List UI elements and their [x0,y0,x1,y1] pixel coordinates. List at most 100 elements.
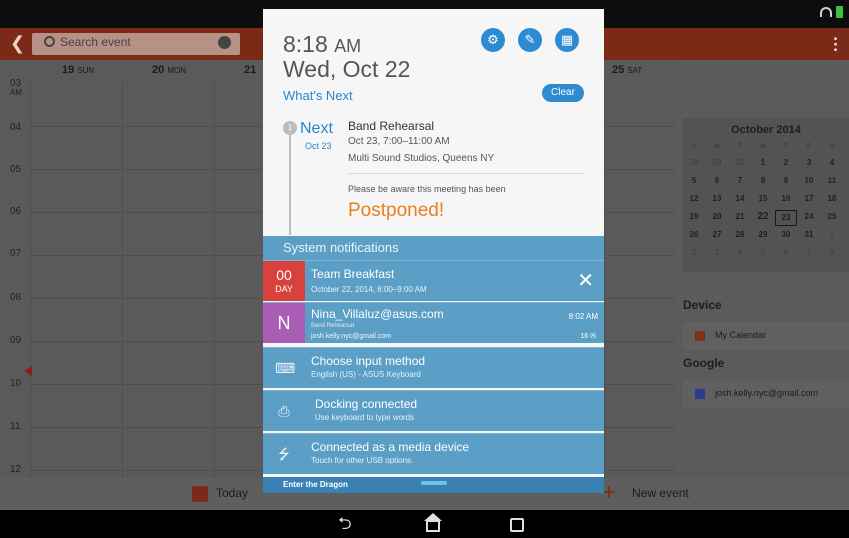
hour-label: 04 [10,122,22,133]
divider [348,173,584,174]
notification-team-breakfast[interactable]: 00 DAY Team Breakfast October 22, 2014, … [263,260,604,301]
mini-calendar-day[interactable]: 18 [821,192,843,206]
back-icon[interactable]: ⮌ [338,514,352,534]
mini-calendar-day[interactable]: 2 [775,156,797,170]
mini-calendar-day[interactable]: 26 [683,228,705,242]
mini-calendar[interactable]: October 2014 S M T W T F S 28 29 30 1 2 3 4 5 6 7 8 9 10 11 1… [683,118,849,272]
mini-calendar-day[interactable]: 5 [683,174,705,188]
mini-calendar-day[interactable]: 24 [798,210,820,224]
event-status: Postponed! [348,200,445,221]
hour-label: 05 [10,164,22,175]
notification-email[interactable]: N Nina_Villaluz@asus.com Band Rehearsal … [263,302,604,343]
system-notifications-header: System notifications [263,236,604,260]
home-icon[interactable] [424,513,442,532]
mini-calendar-day[interactable]: 1 [752,156,774,170]
whats-next-title: What's Next [283,88,353,103]
account-row-device[interactable]: My Calendar [683,322,849,350]
day-header-tue[interactable]: 21 [244,64,256,76]
mini-calendar-day[interactable]: 6 [775,246,797,260]
notification-shade: 8:18 AM Wed, Oct 22 ⚙ ✎ ▦ What's Next Cl… [263,9,604,493]
mini-calendar-day[interactable]: 12 [683,192,705,206]
account-label: josh.kelly.nyc@gmail.com [715,388,818,398]
avatar: N [263,303,305,343]
mini-calendar-day[interactable]: 29 [752,228,774,242]
notification-title: Team Breakfast [311,267,395,281]
account-row-google[interactable]: josh.kelly.nyc@gmail.com [683,380,849,408]
day-header-sat[interactable]: 25 SAT [612,64,642,76]
event-title[interactable]: Band Rehearsal [348,119,434,133]
keyboard-icon: ⌨ [275,360,296,376]
mini-calendar-day[interactable]: 27 [706,228,728,242]
mini-calendar-day[interactable]: 5 [752,246,774,260]
mini-calendar-day[interactable]: 7 [729,174,751,188]
event-note: Please be aware this meeting has been [348,184,506,194]
mini-calendar-day[interactable]: 4 [821,156,843,170]
mini-calendar-day[interactable]: 23 [775,210,797,226]
mini-calendar-day[interactable]: 14 [729,192,751,206]
mini-calendar-day[interactable]: 22 [752,210,774,224]
notification-title: Choose input method [311,354,426,368]
notification-detail: October 22, 2014, 8:00–9:00 AM [311,285,427,294]
unread-count: 16 ✉ [580,333,596,340]
next-date: Oct 23 [305,141,332,151]
today-icon[interactable] [192,486,208,502]
overflow-menu-icon[interactable] [834,36,837,52]
mini-calendar-day[interactable]: 3 [706,246,728,260]
notification-usb[interactable]: ⭍ Connected as a media device Touch for … [263,433,604,474]
notification-input-method[interactable]: ⌨ Choose input method English (US) - ASU… [263,347,604,388]
mini-calendar-day[interactable]: 28 [729,228,751,242]
weekday-label: F [807,144,811,150]
hour-label: 11 [10,421,21,432]
today-button[interactable]: Today [216,486,248,500]
mini-calendar-title: October 2014 [731,124,801,136]
mini-calendar-day[interactable]: 30 [775,228,797,242]
mini-calendar-day[interactable]: 20 [706,210,728,224]
next-index-badge: 1 [283,121,297,135]
mini-calendar-day[interactable]: 8 [821,246,843,260]
mini-calendar-day[interactable]: 29 [706,156,728,170]
recent-apps-icon[interactable] [510,518,524,532]
edit-icon[interactable]: ✎ [518,28,542,52]
back-arrow-icon[interactable]: ❮ [10,33,25,54]
mini-calendar-day[interactable]: 13 [706,192,728,206]
mini-calendar-day[interactable]: 17 [798,192,820,206]
plus-icon[interactable]: + [602,480,616,506]
mini-calendar-day[interactable]: 10 [798,174,820,188]
mini-calendar-day[interactable]: 8 [752,174,774,188]
mini-calendar-day[interactable]: 15 [752,192,774,206]
drag-handle[interactable] [421,481,447,485]
close-icon[interactable]: ✕ [577,268,594,293]
notification-docking[interactable]: ⎙ Docking connected Use keyboard to type… [263,390,604,431]
mini-calendar-day[interactable]: 31 [798,228,820,242]
clear-button[interactable]: Clear [542,84,584,102]
mini-calendar-day[interactable]: 28 [683,156,705,170]
mini-calendar-day[interactable]: 30 [729,156,751,170]
mini-calendar-day[interactable]: 7 [798,246,820,260]
mini-calendar-day[interactable]: 25 [821,210,843,224]
mini-calendar-day[interactable]: 2 [683,246,705,260]
ampm-label: AM [10,88,22,97]
day-header-sun[interactable]: 19 SUN [62,64,94,76]
mini-calendar-day[interactable]: 16 [775,192,797,206]
mini-calendar-day[interactable]: 19 [683,210,705,224]
search-icon [44,36,55,47]
mini-calendar-day[interactable]: 4 [729,246,751,260]
mini-calendar-day[interactable]: 11 [821,174,843,188]
current-time-marker [24,366,32,376]
settings-icon[interactable]: ⚙ [481,28,505,52]
new-event-button[interactable]: New event [632,486,689,500]
system-nav-bar: ⮌ [0,510,849,538]
weekday-label: M [714,144,720,150]
mini-calendar-day[interactable]: 1 [821,228,843,242]
system-notifications-label: System notifications [283,240,399,255]
mini-calendar-day[interactable]: 3 [798,156,820,170]
calendar-color-swatch [695,331,705,341]
voice-search-icon[interactable] [218,36,231,49]
mini-calendar-day[interactable]: 9 [775,174,797,188]
now-playing-label: Enter the Dragon [283,480,348,489]
mini-calendar-day[interactable]: 21 [729,210,751,224]
apps-icon[interactable]: ▦ [555,28,579,52]
mini-calendar-day[interactable]: 6 [706,174,728,188]
search-placeholder: Search event [60,35,131,49]
day-header-mon[interactable]: 20 MON [152,64,186,76]
